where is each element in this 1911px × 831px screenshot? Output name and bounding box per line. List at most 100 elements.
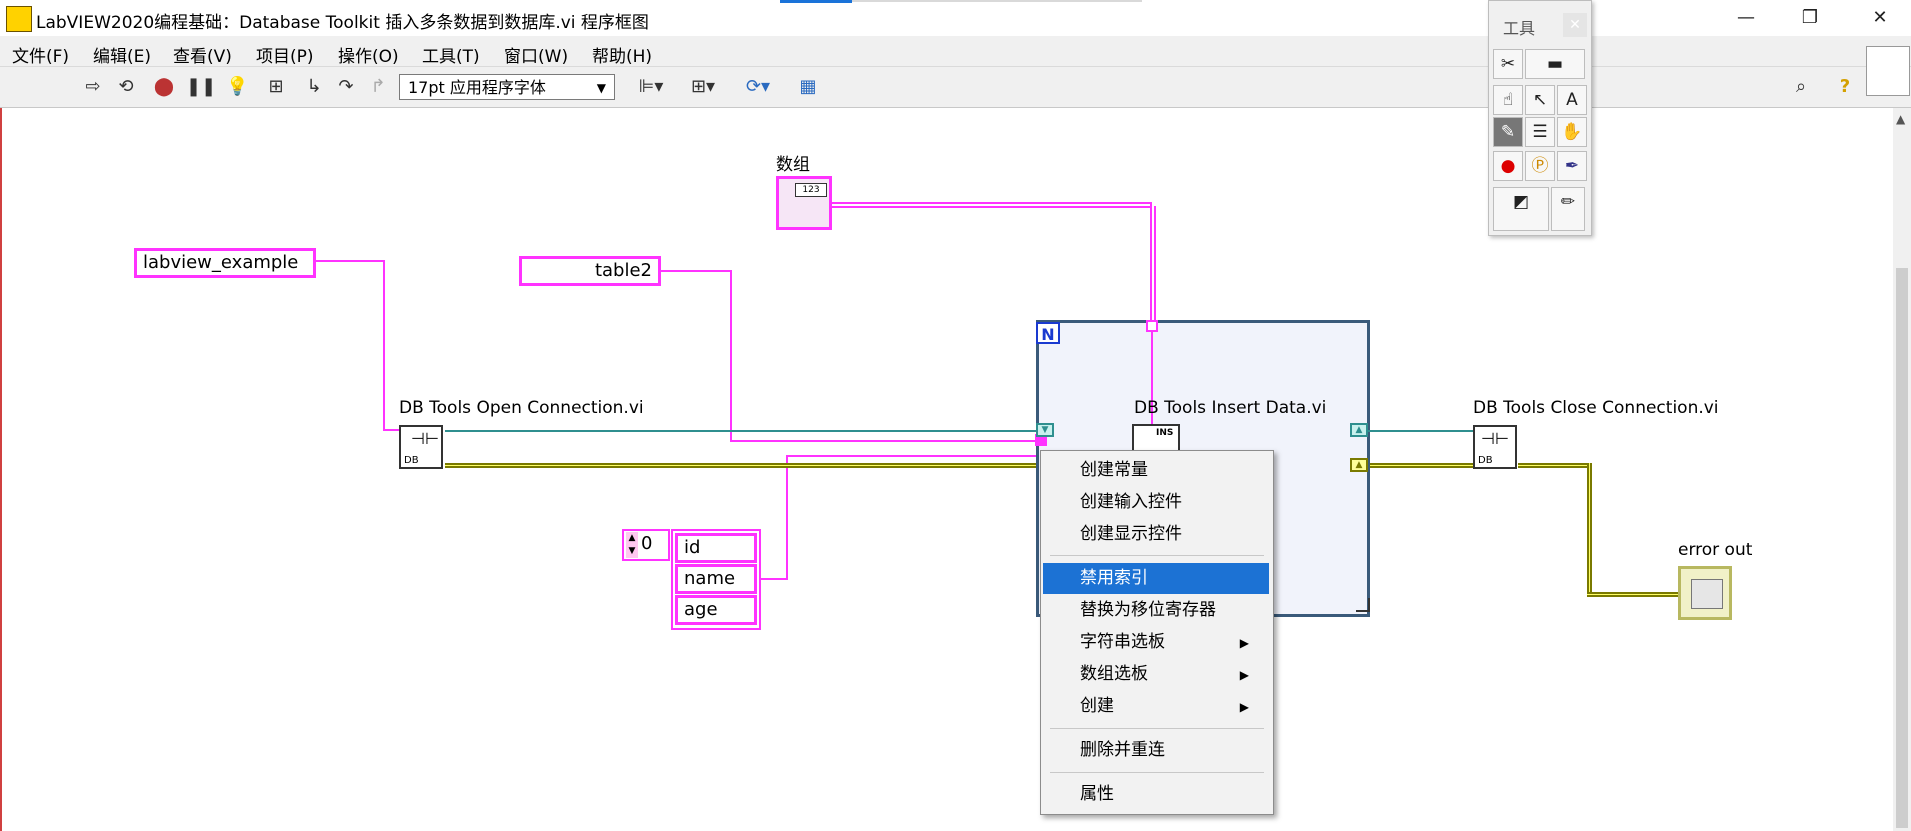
menu-properties[interactable]: 属性 xyxy=(1043,779,1269,810)
menu-view[interactable]: 查看(V) xyxy=(173,42,232,67)
array-tunnel[interactable] xyxy=(1146,320,1158,332)
scrollbar-thumb[interactable] xyxy=(1896,268,1908,828)
array-wire[interactable] xyxy=(830,202,1152,204)
menu-disable-indexing[interactable]: 禁用索引 xyxy=(1043,563,1269,594)
array-wire[interactable] xyxy=(1150,202,1152,324)
pause-icon[interactable]: ❚❚ xyxy=(186,76,216,98)
db-icon-text: DB xyxy=(1478,455,1493,466)
window-title: LabVIEW2020编程基础：Database Toolkit 插入多条数据到… xyxy=(36,13,649,33)
menu-create-indicator[interactable]: 创建显示控件 xyxy=(1043,519,1269,550)
refnum-tunnel-in[interactable]: ▼ xyxy=(1036,423,1054,437)
abort-icon[interactable]: ⬤ xyxy=(153,76,175,98)
string-wire[interactable] xyxy=(383,260,385,431)
db-open-connection-vi[interactable]: DB ⊣⊢ xyxy=(399,425,443,469)
vi-connector-icon[interactable] xyxy=(1866,46,1910,96)
cluster-array-index[interactable]: ▲ ▼ 0 xyxy=(622,529,670,561)
color-tool-icon[interactable]: ◩ xyxy=(1493,187,1549,231)
menu-string-palette[interactable]: 字符串选板 ▶ xyxy=(1043,627,1269,658)
menu-operate[interactable]: 操作(O) xyxy=(338,42,399,67)
index-stepper-icon[interactable]: ▲ ▼ xyxy=(626,532,638,558)
string-wire[interactable] xyxy=(660,270,730,272)
operate-tool-icon[interactable]: ☝ xyxy=(1493,85,1523,115)
align-objects-icon[interactable]: ⊫▾ xyxy=(633,76,669,98)
loop-resize-corner[interactable] xyxy=(1356,598,1370,612)
array-wire[interactable] xyxy=(1154,206,1156,324)
string-wire[interactable] xyxy=(730,270,732,442)
pointer-tool-icon[interactable]: ↖ xyxy=(1525,85,1555,115)
refnum-tunnel-out[interactable]: ▲ xyxy=(1350,423,1368,437)
menu-separator xyxy=(1050,728,1264,729)
database-name-constant[interactable]: labview_example xyxy=(134,248,316,278)
search-icon[interactable]: ⌕ xyxy=(1786,76,1816,98)
step-out-icon[interactable]: ↱ xyxy=(367,76,389,98)
menu-project[interactable]: 项目(P) xyxy=(256,42,314,67)
reorder-icon[interactable]: ⟳▾ xyxy=(740,76,776,98)
minimize-button[interactable]: — xyxy=(1732,6,1760,30)
menu-create[interactable]: 创建 ▶ xyxy=(1043,691,1269,722)
db-close-connection-vi[interactable]: DB ⊣⊢ xyxy=(1473,425,1517,469)
menu-tools[interactable]: 工具(T) xyxy=(422,42,480,67)
chevron-right-icon: ▶ xyxy=(1239,668,1249,682)
cluster-field-name[interactable]: name xyxy=(675,564,757,594)
retain-wire-values-icon[interactable]: ⊞ xyxy=(265,76,287,98)
loop-count-terminal[interactable]: N xyxy=(1036,322,1060,344)
cluster-wire[interactable] xyxy=(786,455,788,580)
plug-icon: ⊣⊢ xyxy=(411,429,439,448)
cluster-wire[interactable] xyxy=(760,578,786,580)
font-select[interactable]: 17pt 应用程序字体 ▼ xyxy=(399,74,615,100)
run-arrow-icon[interactable]: ⇨ xyxy=(82,76,104,98)
cleanup-diagram-icon[interactable]: ▦ xyxy=(793,76,823,98)
string-wire[interactable] xyxy=(316,260,383,262)
error-out-indicator[interactable] xyxy=(1678,566,1732,620)
distribute-objects-icon[interactable]: ⊞▾ xyxy=(685,76,721,98)
array-constant-icon[interactable]: 123 xyxy=(776,176,832,230)
cluster-wire[interactable] xyxy=(786,455,1036,457)
menu-window[interactable]: 窗口(W) xyxy=(504,42,568,67)
shortcut-menu-tool-icon[interactable]: ☰ xyxy=(1525,117,1555,147)
connection-refnum-wire[interactable] xyxy=(1358,430,1473,432)
toolbar: ⇨ ⟲ ⬤ ❚❚ 💡 ⊞ ↳ ↷ ↱ 17pt 应用程序字体 ▼ ⊫▾ ⊞▾ ⟳… xyxy=(0,67,1911,108)
highlight-execution-icon[interactable]: 💡 xyxy=(226,76,248,98)
run-continuous-icon[interactable]: ⟲ xyxy=(115,76,137,98)
error-wire[interactable] xyxy=(445,465,1036,466)
wiring-tool-icon[interactable]: ✎ xyxy=(1493,117,1523,147)
step-into-icon[interactable]: ↳ xyxy=(303,76,325,98)
table-name-constant[interactable]: table2 xyxy=(519,256,661,286)
array-wire[interactable] xyxy=(830,206,1152,208)
connection-refnum-wire[interactable] xyxy=(445,430,1036,432)
block-diagram[interactable] xyxy=(0,108,1911,831)
menu-bar: 文件(F) 编辑(E) 查看(V) 项目(P) 操作(O) 工具(T) 窗口(W… xyxy=(0,36,1911,67)
close-connection-label: DB Tools Close Connection.vi xyxy=(1473,398,1719,418)
menu-edit[interactable]: 编辑(E) xyxy=(93,42,151,67)
help-icon[interactable]: ? xyxy=(1834,76,1856,98)
text-tool-icon[interactable]: A xyxy=(1557,85,1587,115)
close-button[interactable]: ✕ xyxy=(1866,6,1894,30)
menu-replace-shift-register[interactable]: 替换为移位寄存器 xyxy=(1043,595,1269,626)
error-tunnel-out[interactable]: ▲ xyxy=(1350,458,1368,472)
cluster-field-age[interactable]: age xyxy=(675,595,757,625)
menu-create-control[interactable]: 创建输入控件 xyxy=(1043,487,1269,518)
breakpoint-tool-icon[interactable]: ● xyxy=(1493,151,1523,181)
cluster-field-id[interactable]: id xyxy=(675,533,757,563)
scroll-tool-icon[interactable]: ✋ xyxy=(1557,117,1587,147)
error-wire[interactable] xyxy=(1370,465,1473,466)
color-copy-tool-icon[interactable]: ✒ xyxy=(1557,151,1587,181)
error-wire[interactable] xyxy=(1589,463,1590,597)
step-over-icon[interactable]: ↷ xyxy=(335,76,357,98)
scroll-up-icon[interactable]: ▲ xyxy=(1896,112,1905,126)
menu-delete-and-rewire[interactable]: 删除并重连 xyxy=(1043,735,1269,766)
menu-help[interactable]: 帮助(H) xyxy=(592,42,652,67)
probe-tool-icon[interactable]: Ⓟ xyxy=(1525,151,1555,181)
menu-array-palette[interactable]: 数组选板 ▶ xyxy=(1043,659,1269,690)
menu-create-constant[interactable]: 创建常量 xyxy=(1043,455,1269,486)
color-brush-icon[interactable]: ✏ xyxy=(1551,187,1585,231)
auto-tool-icon[interactable]: ✂ xyxy=(1493,49,1523,79)
string-wire[interactable] xyxy=(730,440,1036,442)
menu-file[interactable]: 文件(F) xyxy=(12,42,69,67)
error-wire[interactable] xyxy=(1587,594,1680,595)
error-wire[interactable] xyxy=(1518,465,1592,466)
plug-icon: ⊣⊢ xyxy=(1481,429,1509,448)
close-icon[interactable]: ✕ xyxy=(1563,13,1587,37)
restore-button[interactable]: ❐ xyxy=(1796,6,1824,30)
auto-tool-indicator[interactable]: ▬ xyxy=(1525,49,1585,79)
